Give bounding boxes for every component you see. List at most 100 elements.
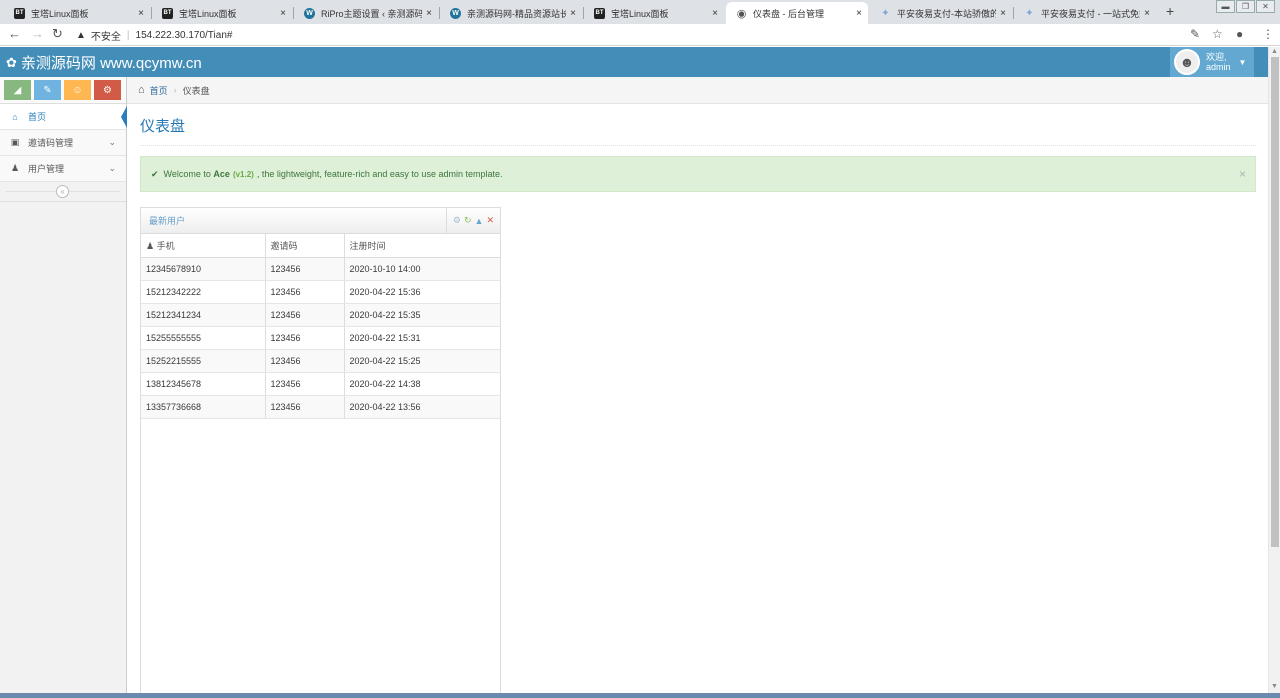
sidebar-item-home[interactable]: ⌂ 首页 [0, 104, 127, 130]
tab-close-icon[interactable]: × [712, 8, 718, 19]
sidebar-collapse: « [0, 182, 126, 202]
browser-tab[interactable]: BT 宝塔Linux面板 × [584, 2, 724, 24]
leaf-icon: ✿ [6, 54, 17, 70]
sidebar: ◢ ✎ ☺ ⚙ ⌂ 首页 ▣ 邀请码管理 ⌄ ♟ 用户管理 ⌄ « [0, 77, 127, 693]
settings-shortcut-button[interactable]: ⚙ [94, 80, 121, 100]
chevron-up-icon[interactable]: ▲ [475, 216, 484, 226]
column-header-registered-at: 注册时间 [343, 234, 500, 258]
close-icon[interactable]: × [1239, 167, 1246, 181]
user-menu[interactable]: ☻ 欢迎, admin ▼ [1170, 47, 1254, 77]
bt-favicon-icon: BT [14, 7, 25, 19]
brand[interactable]: ✿ 亲测源码网 www.qcymw.cn [6, 52, 202, 73]
url-text: 154.222.30.170/Tian# [135, 29, 233, 41]
sidebar-shortcuts: ◢ ✎ ☺ ⚙ [0, 77, 126, 104]
browser-tab[interactable]: BT 宝塔Linux面板 × [152, 2, 292, 24]
cell-invite-code: 123456 [264, 395, 344, 419]
gear-icon[interactable]: ⚙ [453, 215, 461, 226]
cell-invite-code: 123456 [264, 326, 344, 350]
sidebar-item-invite-codes[interactable]: ▣ 邀请码管理 ⌄ [0, 130, 126, 156]
sidebar-item-label: 首页 [28, 112, 47, 122]
cell-phone: 13357736668 [141, 395, 265, 419]
cell-registered-at: 2020-04-22 15:31 [343, 326, 500, 350]
globe-favicon-icon: ◉ [736, 7, 747, 20]
tab-close-icon[interactable]: × [1144, 8, 1150, 19]
close-icon[interactable]: ✕ [486, 215, 494, 226]
brand-text: 亲测源码网 www.qcymw.cn [20, 55, 202, 72]
new-tab-button[interactable]: + [1166, 3, 1174, 19]
chart-shortcut-button[interactable]: ◢ [4, 80, 31, 100]
url-field[interactable]: ▲ 不安全 | 154.222.30.170/Tian# [76, 27, 232, 43]
home-icon: ⌂ [12, 111, 18, 122]
tab-title: 亲测源码网-精品资源站长折 [467, 8, 567, 19]
group-shortcut-button[interactable]: ☺ [64, 80, 91, 100]
widget-header: 最新用户 ⚙ ↻ ▲ ✕ [141, 208, 500, 234]
tab-title: 宝塔Linux面板 [31, 8, 89, 19]
cell-invite-code: 123456 [264, 280, 344, 304]
wordpress-favicon-icon: W [450, 7, 461, 19]
cell-registered-at: 2020-04-22 14:38 [343, 372, 500, 396]
widget-title: 最新用户 [149, 216, 186, 226]
browser-tab[interactable]: ✦ 平安夜易支付 - 一站式免签 × [1014, 2, 1156, 24]
username: admin [1206, 62, 1231, 72]
omnibox-divider: | [126, 29, 130, 41]
alert-pre: Welcome to [163, 169, 211, 179]
browser-tab-active[interactable]: ◉ 仪表盘 - 后台管理 × [726, 2, 868, 24]
cell-phone: 15212342222 [141, 280, 265, 304]
user-icon: ♟ [10, 163, 20, 173]
cell-phone: 15252215555 [141, 349, 265, 373]
tab-close-icon[interactable]: × [426, 8, 432, 19]
restore-icon[interactable]: ❐ [1236, 0, 1255, 13]
table-row: 15252215555 123456 2020-04-22 15:25 [141, 349, 500, 373]
tab-close-icon[interactable]: × [856, 8, 862, 19]
page-scrollbar[interactable]: ▲ ▼ [1268, 47, 1280, 693]
cell-invite-code: 123456 [264, 349, 344, 373]
cell-registered-at: 2020-04-22 15:35 [343, 303, 500, 327]
scroll-down-icon[interactable]: ▼ [1271, 683, 1278, 690]
tab-title: 平安夜易支付-本站骄傲的宗 [897, 8, 997, 19]
scroll-up-icon[interactable]: ▲ [1271, 48, 1278, 55]
edit-shortcut-button[interactable]: ✎ [34, 80, 61, 100]
pencil-icon: ✎ [43, 84, 52, 96]
breadcrumb-home-link[interactable]: 首页 [150, 84, 168, 97]
bookmark-star-icon[interactable]: ☆ [1212, 27, 1223, 41]
cell-invite-code: 123456 [264, 303, 344, 327]
table-row: 13812345678 123456 2020-04-22 14:38 [141, 372, 500, 396]
scrollbar-thumb[interactable] [1271, 57, 1279, 547]
tab-close-icon[interactable]: × [1000, 8, 1006, 19]
menu-dots-icon[interactable]: ⋮ [1262, 27, 1274, 41]
window-close-icon[interactable]: ✕ [1256, 0, 1275, 13]
bt-favicon-icon: BT [162, 7, 173, 19]
tab-close-icon[interactable]: × [138, 8, 144, 19]
tab-close-icon[interactable]: × [280, 8, 286, 19]
minimize-icon[interactable]: ▬ [1216, 0, 1235, 13]
back-icon[interactable]: ← [8, 26, 21, 41]
cogs-icon: ⚙ [103, 84, 112, 96]
avatar: ☻ [1174, 49, 1200, 75]
os-taskbar [0, 693, 1280, 698]
cell-invite-code: 123456 [264, 257, 344, 281]
cell-phone: 15212341234 [141, 303, 265, 327]
browser-tab[interactable]: BT 宝塔Linux面板 × [4, 2, 150, 24]
refresh-icon[interactable]: ↻ [464, 215, 472, 226]
chevron-down-icon: ⌄ [108, 163, 116, 173]
browser-tab[interactable]: W RiPro主题设置 ‹ 亲测源码网 × [294, 2, 438, 24]
tab-close-icon[interactable]: × [570, 8, 576, 19]
translate-icon[interactable]: ✎ [1190, 27, 1200, 41]
double-angle-left-icon[interactable]: « [56, 185, 69, 198]
table-row: 15255555555 123456 2020-04-22 15:31 [141, 326, 500, 350]
reload-icon[interactable]: ↻ [52, 26, 63, 42]
signal-icon: ◢ [13, 84, 22, 96]
address-bar: ← → ↻ ▲ 不安全 | 154.222.30.170/Tian# ✎ ☆ ●… [0, 24, 1280, 46]
browser-tab[interactable]: W 亲测源码网-精品资源站长折 × [440, 2, 582, 24]
tab-title: 平安夜易支付 - 一站式免签 [1041, 8, 1141, 19]
forward-icon[interactable]: → [31, 26, 44, 41]
tab-title: 宝塔Linux面板 [611, 8, 669, 19]
page-header: 仪表盘 [140, 115, 1256, 146]
browser-tab[interactable]: ✦ 平安夜易支付-本站骄傲的宗 × [870, 2, 1012, 24]
breadcrumb-separator: › [173, 85, 177, 95]
welcome-text: 欢迎, [1206, 52, 1227, 62]
profile-icon[interactable]: ● [1236, 27, 1243, 41]
cell-registered-at: 2020-10-10 14:00 [343, 257, 500, 281]
sidebar-item-users[interactable]: ♟ 用户管理 ⌄ [0, 156, 126, 182]
sidebar-item-label: 邀请码管理 [28, 138, 74, 148]
